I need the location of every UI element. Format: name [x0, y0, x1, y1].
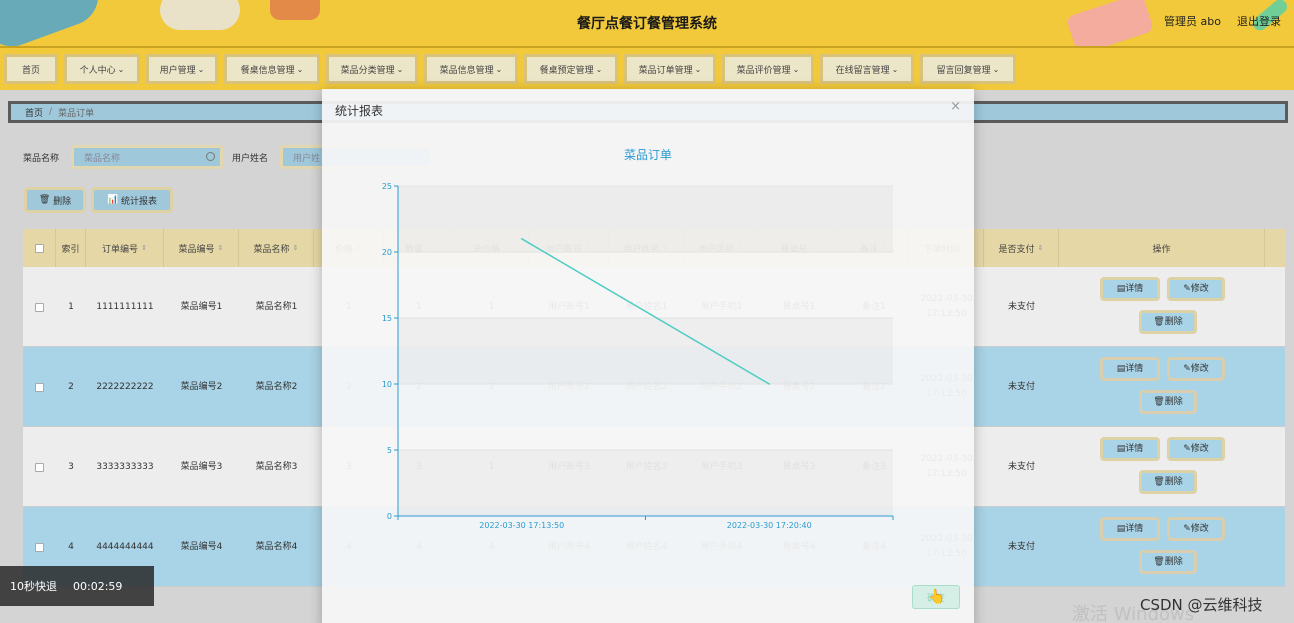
y-tick-label: 10 — [382, 380, 392, 389]
grid-band — [398, 318, 893, 384]
hand-cursor-icon: 👆 — [928, 589, 946, 605]
chart-title: 菜品订单 — [623, 148, 672, 162]
modal-title: 统计报表 — [335, 104, 384, 118]
stats-report-modal: 统计报表 × 菜品订单 0 5 10 15 20 25 2022-03-30 17:13:5… — [322, 89, 974, 623]
data-point — [520, 238, 523, 240]
video-timestamp: 00:02:59 — [73, 579, 123, 593]
y-tick-label: 25 — [382, 182, 392, 191]
y-tick-label: 5 — [387, 446, 392, 455]
close-icon[interactable]: × — [950, 99, 961, 114]
grid-band — [398, 450, 893, 516]
y-tick-label: 0 — [387, 512, 392, 521]
x-tick-label: 2022-03-30 17:13:50 — [479, 521, 564, 530]
x-tick-label: 2022-03-30 17:20:40 — [727, 521, 812, 530]
rewind-10s-button[interactable]: 10秒快退 — [10, 578, 57, 594]
y-tick-label: 20 — [382, 248, 392, 257]
line-chart: 0 5 10 15 20 25 2022-03-30 17:13:50 2022-03-30 … — [382, 182, 894, 530]
video-control-bar: 10秒快退 00:02:59 — [0, 566, 154, 606]
data-point — [768, 383, 771, 385]
grid-band — [398, 186, 893, 252]
y-tick-label: 15 — [382, 314, 392, 323]
csdn-watermark: CSDN @云维科技 — [1140, 596, 1263, 614]
